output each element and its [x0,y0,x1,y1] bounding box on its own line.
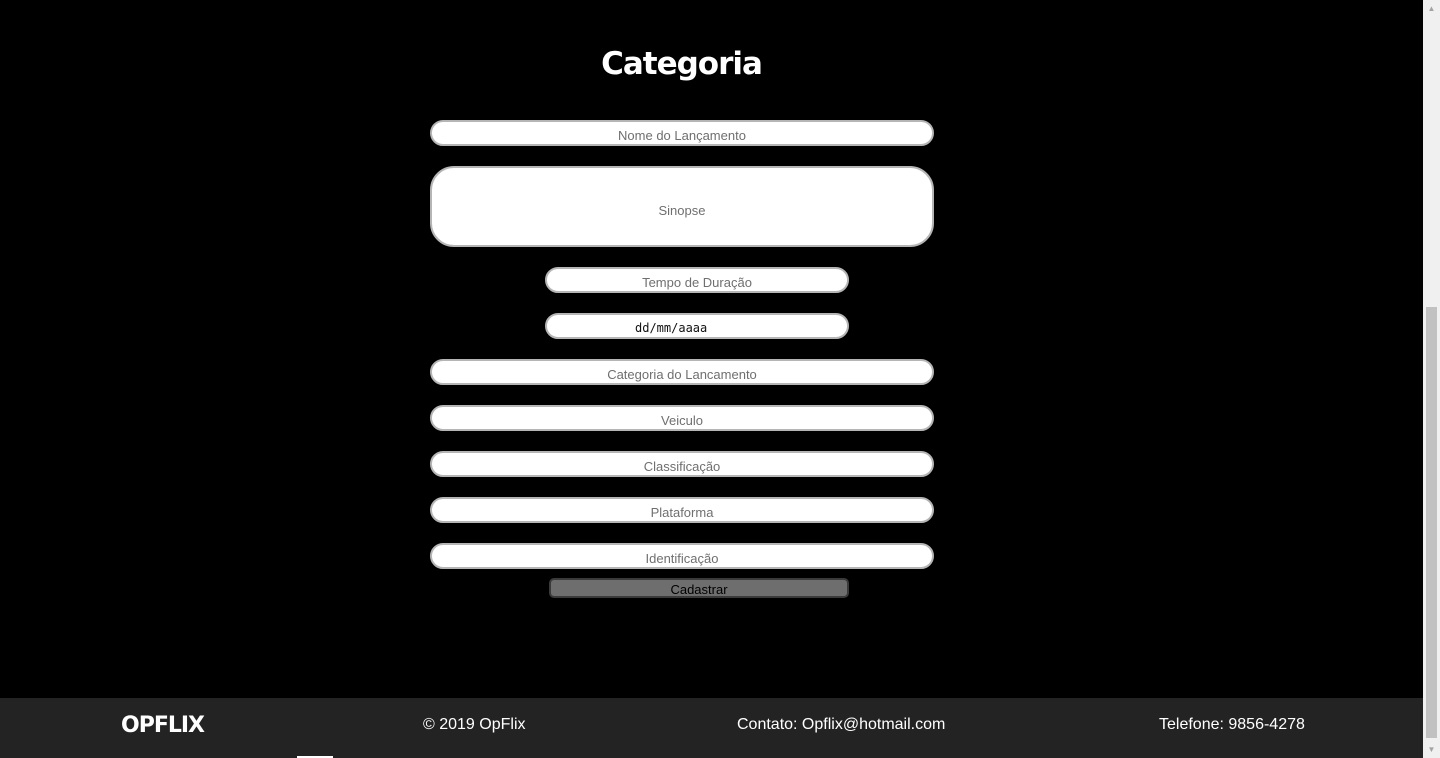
sinopse-textarea[interactable]: Sinopse [430,166,934,247]
footer-contact: Contato: Opflix@hotmail.com [737,716,946,733]
classificacao-input[interactable]: Classificação [430,451,934,477]
page: Categoria Nome do Lançamento Sinopse Tem… [0,0,1423,758]
cadastrar-button[interactable]: Cadastrar [549,578,849,598]
plataforma-input[interactable]: Plataforma [430,497,934,523]
categoria-lancamento-input[interactable]: Categoria do Lancamento [430,359,934,385]
veiculo-input[interactable]: Veiculo [430,405,934,431]
footer: OPFLIX © 2019 OpFlix Contato: Opflix@hot… [0,698,1423,758]
chevron-down-icon[interactable]: ▼ [1423,741,1440,758]
scrollbar-thumb[interactable] [1426,307,1437,738]
tempo-duracao-input[interactable]: Tempo de Duração [545,267,849,293]
vertical-scrollbar[interactable]: ▲ ▼ [1423,0,1440,758]
data-lancamento-input[interactable]: dd/mm/aaaa [545,313,849,339]
footer-phone: Telefone: 9856-4278 [1159,716,1305,733]
chevron-up-icon[interactable]: ▲ [1423,0,1440,17]
nome-lancamento-input[interactable]: Nome do Lançamento [430,120,934,146]
footer-logo[interactable]: OPFLIX [121,713,205,738]
page-title: Categoria [601,46,763,82]
identificacao-input[interactable]: Identificação [430,543,934,569]
footer-copyright: © 2019 OpFlix [423,716,526,733]
